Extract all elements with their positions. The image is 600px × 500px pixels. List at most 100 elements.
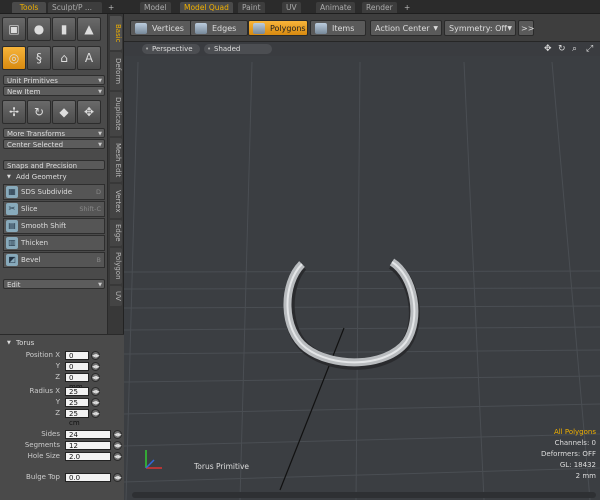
tab-model-quad[interactable]: Model Quad [180,2,233,13]
bulge-top-spin-icon[interactable]: ◀▶ [113,473,122,482]
segments-field[interactable]: 12 [65,441,111,450]
radius-z-spin-icon[interactable]: ◀▶ [91,409,100,418]
items-mode-button[interactable]: Items [310,20,366,36]
add-tab-icon[interactable]: + [400,2,414,13]
smooth-shift-button[interactable]: ▤ Smooth Shift [3,218,105,234]
perspective-view-menu[interactable]: Perspective [142,44,200,54]
items-icon [315,23,327,34]
move-icon[interactable]: ✢ [2,100,26,124]
radius-y-label: Y [55,398,60,406]
rotate-icon[interactable]: ↻ [27,100,51,124]
new-item-dropdown[interactable]: New Item [3,86,105,97]
center-selected-dropdown[interactable]: Center Selected [3,139,105,150]
sides-spin-icon[interactable]: ◀▶ [113,430,122,439]
sds-subdivide-button[interactable]: ▦ SDS Subdivide D [3,184,105,200]
position-x-spin-icon[interactable]: ◀▶ [91,351,100,360]
radius-y-field[interactable]: 25 cm [65,398,89,416]
cylinder-icon[interactable]: ▮ [52,17,76,41]
channels-status: Channels: 0 [554,439,596,447]
position-z-field[interactable]: 0 mm [65,373,89,391]
edit-dropdown[interactable]: Edit [3,279,105,290]
side-tab-polygon[interactable]: Polygon [110,248,122,284]
snaps-precision-button[interactable]: Snaps and Precision [3,160,105,170]
add-tab-left-icon[interactable]: + [104,2,118,13]
sphere-icon[interactable]: ● [27,17,51,41]
radius-z-field[interactable]: 25 cm [65,409,89,427]
side-tab-mesh-edit[interactable]: Mesh Edit [110,138,122,182]
side-tab-vertex[interactable]: Vertex [110,184,122,218]
side-tab-uv[interactable]: UV [110,286,122,306]
viewport-scrollbar[interactable] [132,492,596,498]
tab-tools[interactable]: Tools [12,2,46,13]
position-y-label: Y [55,362,60,370]
maximize-view-icon[interactable]: ⤢ [586,44,593,54]
tab-paint[interactable]: Paint [238,2,265,13]
position-y-field[interactable]: 0 mm [65,362,89,380]
tab-model[interactable]: Model [140,2,171,13]
collapse-triangle-icon: ▼ [7,174,11,180]
sds-subdivide-label: SDS Subdivide [21,188,73,196]
add-geometry-label: Add Geometry [16,173,67,181]
slice-button[interactable]: ✂ Slice Shift-C [3,201,105,217]
transform-icon[interactable]: ✥ [77,100,101,124]
bevel-button[interactable]: ◩ Bevel B [3,252,105,268]
hole-size-spin-icon[interactable]: ◀▶ [113,452,122,461]
bulge-top-field[interactable]: 0.0 [65,473,111,482]
primitive-icon-row-2: ◎ § ⌂ A [2,46,101,70]
thicken-button[interactable]: ▥ Thicken [3,235,105,251]
polygons-mode-button[interactable]: Polygons [248,20,308,36]
hole-size-field[interactable]: 2.0 [65,452,111,461]
shading-mode-menu[interactable]: Shaded [204,44,272,54]
side-tab-basic[interactable]: Basic [110,16,122,50]
radius-x-spin-icon[interactable]: ◀▶ [91,387,100,396]
collapse-triangle-icon: ▼ [7,340,11,346]
cone-icon[interactable]: ▲ [77,17,101,41]
radius-x-field[interactable]: 25 cm [65,387,89,405]
side-tab-duplicate[interactable]: Duplicate [110,92,122,136]
sides-field[interactable]: 24 [65,430,111,439]
vertices-mode-button[interactable]: Vertices [130,20,192,36]
cube-icon[interactable]: ▣ [2,17,26,41]
bell-icon[interactable]: ⌂ [52,46,76,70]
unit-primitives-dropdown[interactable]: Unit Primitives [3,75,105,86]
items-label: Items [332,24,355,33]
torus-icon[interactable]: ◎ [2,46,26,70]
symmetry-dropdown[interactable]: Symmetry: Off ▼ [444,20,516,36]
tab-render[interactable]: Render [362,2,397,13]
edges-mode-button[interactable]: Edges [190,20,248,36]
action-center-dropdown[interactable]: Action Center ▼ [370,20,442,36]
tab-sculpt-paint[interactable]: Sculpt/P ... [48,2,102,13]
side-tab-deform[interactable]: Deform [110,52,122,90]
scale-icon[interactable]: ◆ [52,100,76,124]
tab-animate[interactable]: Animate [316,2,356,13]
spiral-icon[interactable]: § [27,46,51,70]
more-transforms-dropdown[interactable]: More Transforms [3,128,105,139]
position-y-spin-icon[interactable]: ◀▶ [91,362,100,371]
selection-status: All Polygons [553,428,596,436]
torus-properties-header[interactable]: ▼ Torus [2,338,106,348]
top-tab-bar: Tools Sculpt/P ... + Model Model Quad Pa… [0,0,600,14]
bevel-icon: ◩ [6,254,18,266]
radius-y-spin-icon[interactable]: ◀▶ [91,398,100,407]
text-icon[interactable]: A [77,46,101,70]
edges-label: Edges [212,24,237,33]
add-geometry-header[interactable]: ▼ Add Geometry [2,172,106,182]
viewport-canvas[interactable] [124,42,600,500]
viewport-header: Perspective Shaded ✥ ↻ ⌕ ⤢ [124,42,600,56]
more-tools-button[interactable]: >> [518,20,534,36]
move-view-icon[interactable]: ✥ [544,44,552,54]
bevel-label: Bevel [21,256,41,264]
3d-viewport[interactable]: Perspective Shaded ✥ ↻ ⌕ ⤢ Torus Primiti… [124,42,600,500]
side-tab-edge[interactable]: Edge [110,220,122,246]
thicken-icon: ▥ [6,237,18,249]
slice-icon: ✂ [6,203,18,215]
rotate-view-icon[interactable]: ↻ [558,44,566,54]
axis-gizmo [145,450,162,469]
tab-uv[interactable]: UV [282,2,301,13]
zoom-view-icon[interactable]: ⌕ [572,44,577,54]
polygons-label: Polygons [270,24,306,33]
sides-label: Sides [41,430,60,438]
segments-spin-icon[interactable]: ◀▶ [113,441,122,450]
position-x-field[interactable]: 0 mm [65,351,89,369]
position-z-spin-icon[interactable]: ◀▶ [91,373,100,382]
